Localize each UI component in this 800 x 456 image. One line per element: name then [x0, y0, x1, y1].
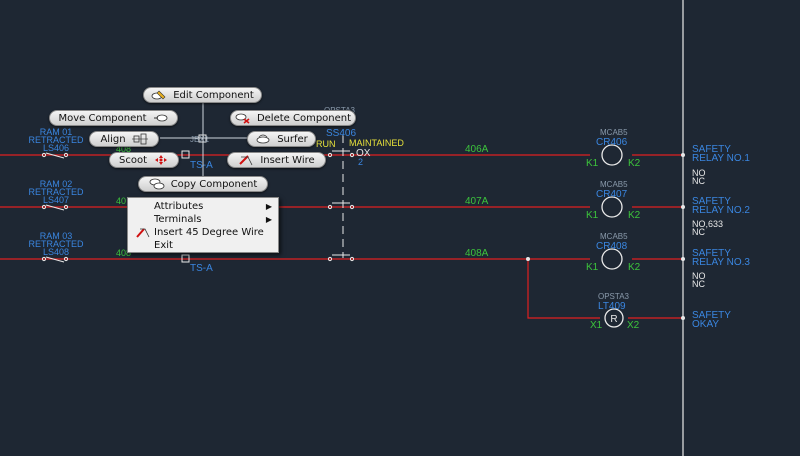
- menu-item-exit-label: Exit: [154, 240, 173, 251]
- pilot-pin-right: X2: [627, 320, 640, 331]
- wire-number-1: 406A: [465, 144, 489, 155]
- coil-cr406[interactable]: [601, 144, 623, 166]
- rail-node: [681, 316, 685, 320]
- contact3-nc: NC: [692, 279, 705, 289]
- ts-label-1: TS-A: [190, 160, 213, 171]
- rail-node: [681, 205, 685, 209]
- delete-component-icon: [235, 112, 251, 124]
- pilot-pin-left: X1: [590, 320, 603, 331]
- ls3-tag: LS408: [43, 247, 69, 257]
- copy-component-button[interactable]: Copy Component: [138, 176, 268, 192]
- coil-cr407[interactable]: [601, 196, 623, 218]
- coil3-owner: MCAB5: [600, 232, 628, 241]
- device2-line2: RELAY NO.2: [692, 205, 750, 216]
- submenu-arrow-icon: ▶: [265, 215, 272, 224]
- delete-component-button[interactable]: Delete Component: [230, 110, 356, 126]
- coil1-pin-left: K1: [586, 158, 599, 169]
- contact1-nc: NC: [692, 176, 705, 186]
- device1-line2: RELAY NO.1: [692, 153, 750, 164]
- schematic-canvas[interactable]: RAM 01 RETRACTED LS406 RAM 02 RETRACTED …: [0, 0, 800, 456]
- copy-component-label: Copy Component: [170, 178, 258, 190]
- menu-item-terminals[interactable]: Terminals ▶: [128, 213, 278, 226]
- menu-item-attributes[interactable]: Attributes ▶: [128, 200, 278, 213]
- surfer-label: Surfer: [277, 133, 308, 145]
- pilot-desc-line2: OKAY: [692, 319, 719, 330]
- selector-maintained: MAINTAINED: [349, 138, 404, 148]
- menu-item-insert-45-wire[interactable]: Insert 45 Degree Wire: [128, 226, 278, 239]
- align-label: Align: [100, 133, 126, 145]
- rail-node: [681, 257, 685, 261]
- surfer-icon: [255, 133, 271, 145]
- ls2-tag: LS407: [43, 195, 69, 205]
- edit-component-label: Edit Component: [173, 89, 254, 101]
- coil3-tag: CR408: [596, 241, 628, 252]
- coil2-owner: MCAB5: [600, 180, 628, 189]
- move-component-label: Move Component: [58, 112, 147, 124]
- move-component-icon: [153, 112, 169, 124]
- selector-run: RUN: [316, 139, 336, 149]
- insert-wire-button[interactable]: Insert Wire: [227, 152, 326, 168]
- ls1-tag: LS406: [43, 143, 69, 153]
- coil1-pin-right: K2: [628, 158, 641, 169]
- pilot-letter: R: [610, 314, 617, 325]
- edit-component-icon: [151, 89, 167, 101]
- coil2-pin-right: K2: [628, 210, 641, 221]
- context-menu: Attributes ▶ Terminals ▶ Insert 45 Degre…: [127, 197, 279, 253]
- insert-wire-icon: [238, 154, 254, 166]
- coil-cr408[interactable]: [601, 248, 623, 270]
- pilot-owner: OPSTA3: [598, 292, 630, 301]
- coil2-tag: CR407: [596, 189, 628, 200]
- menu-item-insert-45-wire-label: Insert 45 Degree Wire: [154, 227, 264, 238]
- coil2-pin-left: K1: [586, 210, 599, 221]
- align-button[interactable]: Align: [89, 131, 159, 147]
- selector-pos: 2: [358, 157, 363, 167]
- surfer-button[interactable]: Surfer: [247, 131, 316, 147]
- contact2-nc: NC: [692, 227, 705, 237]
- rail-node: [681, 153, 685, 157]
- menu-item-terminals-label: Terminals: [154, 214, 202, 225]
- wire-number-3: 408A: [465, 248, 489, 259]
- edit-component-button[interactable]: Edit Component: [143, 87, 262, 103]
- menu-item-attributes-label: Attributes: [154, 201, 204, 212]
- submenu-arrow-icon: ▶: [265, 202, 272, 211]
- scoot-label: Scoot: [118, 154, 147, 166]
- branch-node: [526, 257, 530, 261]
- jb-label: JBX1: [190, 135, 210, 144]
- scoot-button[interactable]: Scoot: [109, 152, 179, 168]
- insert-wire-label: Insert Wire: [260, 154, 315, 166]
- menu-item-exit[interactable]: Exit: [128, 239, 278, 252]
- coil3-pin-right: K2: [628, 262, 641, 273]
- coil3-pin-left: K1: [586, 262, 599, 273]
- coil1-owner: MCAB5: [600, 128, 628, 137]
- copy-component-icon: [149, 178, 165, 190]
- delete-component-label: Delete Component: [256, 112, 352, 124]
- ls2-number: 40: [116, 196, 126, 206]
- device3-line2: RELAY NO.3: [692, 257, 750, 268]
- coil1-tag: CR406: [596, 137, 628, 148]
- ts-label-2: TS-A: [190, 263, 213, 274]
- scoot-icon: [153, 154, 169, 166]
- align-icon: [131, 133, 148, 145]
- pilot-tag: LT409: [598, 301, 626, 312]
- wire-number-2: 407A: [465, 196, 489, 207]
- selector-contacts[interactable]: [327, 150, 355, 262]
- move-component-button[interactable]: Move Component: [49, 110, 178, 126]
